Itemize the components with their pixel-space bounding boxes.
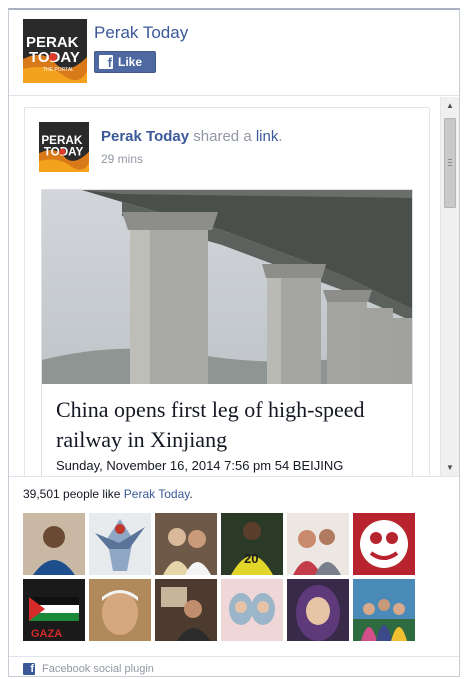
fans-count-label: people like — [63, 487, 121, 501]
fans-count-text: 39,501 people like Perak Today. — [23, 487, 193, 501]
scrollbar-thumb[interactable] — [444, 118, 456, 208]
page-logo[interactable]: PERAK TODAY THE PORTAL — [23, 19, 87, 83]
scroll-up-arrow-icon[interactable]: ▲ — [441, 97, 459, 114]
timeline-stream[interactable]: PERAK TODAY Perak Today shared a link. 2… — [9, 97, 459, 476]
attachment-title[interactable]: China opens first leg of high-speed rail… — [56, 395, 406, 455]
svg-text:THE PORTAL: THE PORTAL — [43, 67, 74, 73]
post-action-text: shared a — [193, 128, 252, 145]
fans-section: 39,501 people like Perak Today. 20 GAZA — [9, 476, 459, 656]
social-plugin-label[interactable]: Facebook social plugin — [42, 663, 154, 675]
fan-avatar[interactable] — [353, 513, 415, 575]
fan-avatar[interactable] — [23, 513, 85, 575]
facebook-logo-icon[interactable]: f — [23, 663, 35, 675]
post-timestamp[interactable]: 29 mins — [101, 152, 143, 166]
post-header: Perak Today shared a link. — [101, 128, 283, 145]
fans-count-number: 39,501 — [23, 487, 60, 501]
fan-avatar[interactable] — [89, 513, 151, 575]
fans-count-period: . — [189, 487, 193, 501]
link-attachment[interactable]: China opens first leg of high-speed rail… — [41, 189, 413, 476]
page-name-link[interactable]: Perak Today — [94, 23, 188, 43]
post-author-link[interactable]: Perak Today — [101, 128, 189, 145]
stream-scrollbar[interactable]: ▲ ▼ — [440, 97, 459, 476]
fan-avatar[interactable] — [353, 579, 415, 641]
scroll-down-arrow-icon[interactable]: ▼ — [441, 459, 459, 476]
fan-avatar[interactable] — [155, 579, 217, 641]
fan-avatar[interactable] — [287, 513, 349, 575]
fan-avatar[interactable] — [89, 579, 151, 641]
fan-avatar[interactable] — [287, 579, 349, 641]
fan-avatar[interactable]: GAZA — [23, 579, 85, 641]
scrollbar-grip-icon — [448, 159, 452, 168]
fan-avatar[interactable] — [155, 513, 217, 575]
like-button[interactable]: f Like — [94, 51, 156, 73]
like-button-label: Like — [118, 55, 143, 69]
fan-avatar[interactable]: 20 — [221, 513, 283, 575]
facebook-f-icon: f — [99, 55, 113, 69]
svg-text:20: 20 — [244, 551, 258, 566]
attachment-description: Sunday, November 16, 2014 7:56 pm 54 BEI… — [56, 458, 344, 473]
facebook-page-plugin: PERAK TODAY THE PORTAL Perak Today f Lik… — [8, 8, 460, 677]
post-author-avatar[interactable]: PERAK TODAY — [39, 122, 89, 172]
plugin-footer: f Facebook social plugin — [9, 656, 459, 677]
svg-text:GAZA: GAZA — [31, 628, 62, 640]
post-card: PERAK TODAY Perak Today shared a link. 2… — [24, 107, 430, 476]
fan-avatar[interactable] — [221, 579, 283, 641]
post-shared-link[interactable]: link — [256, 128, 279, 145]
post-action-period: . — [278, 128, 283, 145]
attachment-image-railway[interactable] — [42, 190, 412, 384]
fans-page-link[interactable]: Perak Today — [124, 487, 190, 501]
plugin-header: PERAK TODAY THE PORTAL Perak Today f Lik… — [9, 10, 459, 96]
